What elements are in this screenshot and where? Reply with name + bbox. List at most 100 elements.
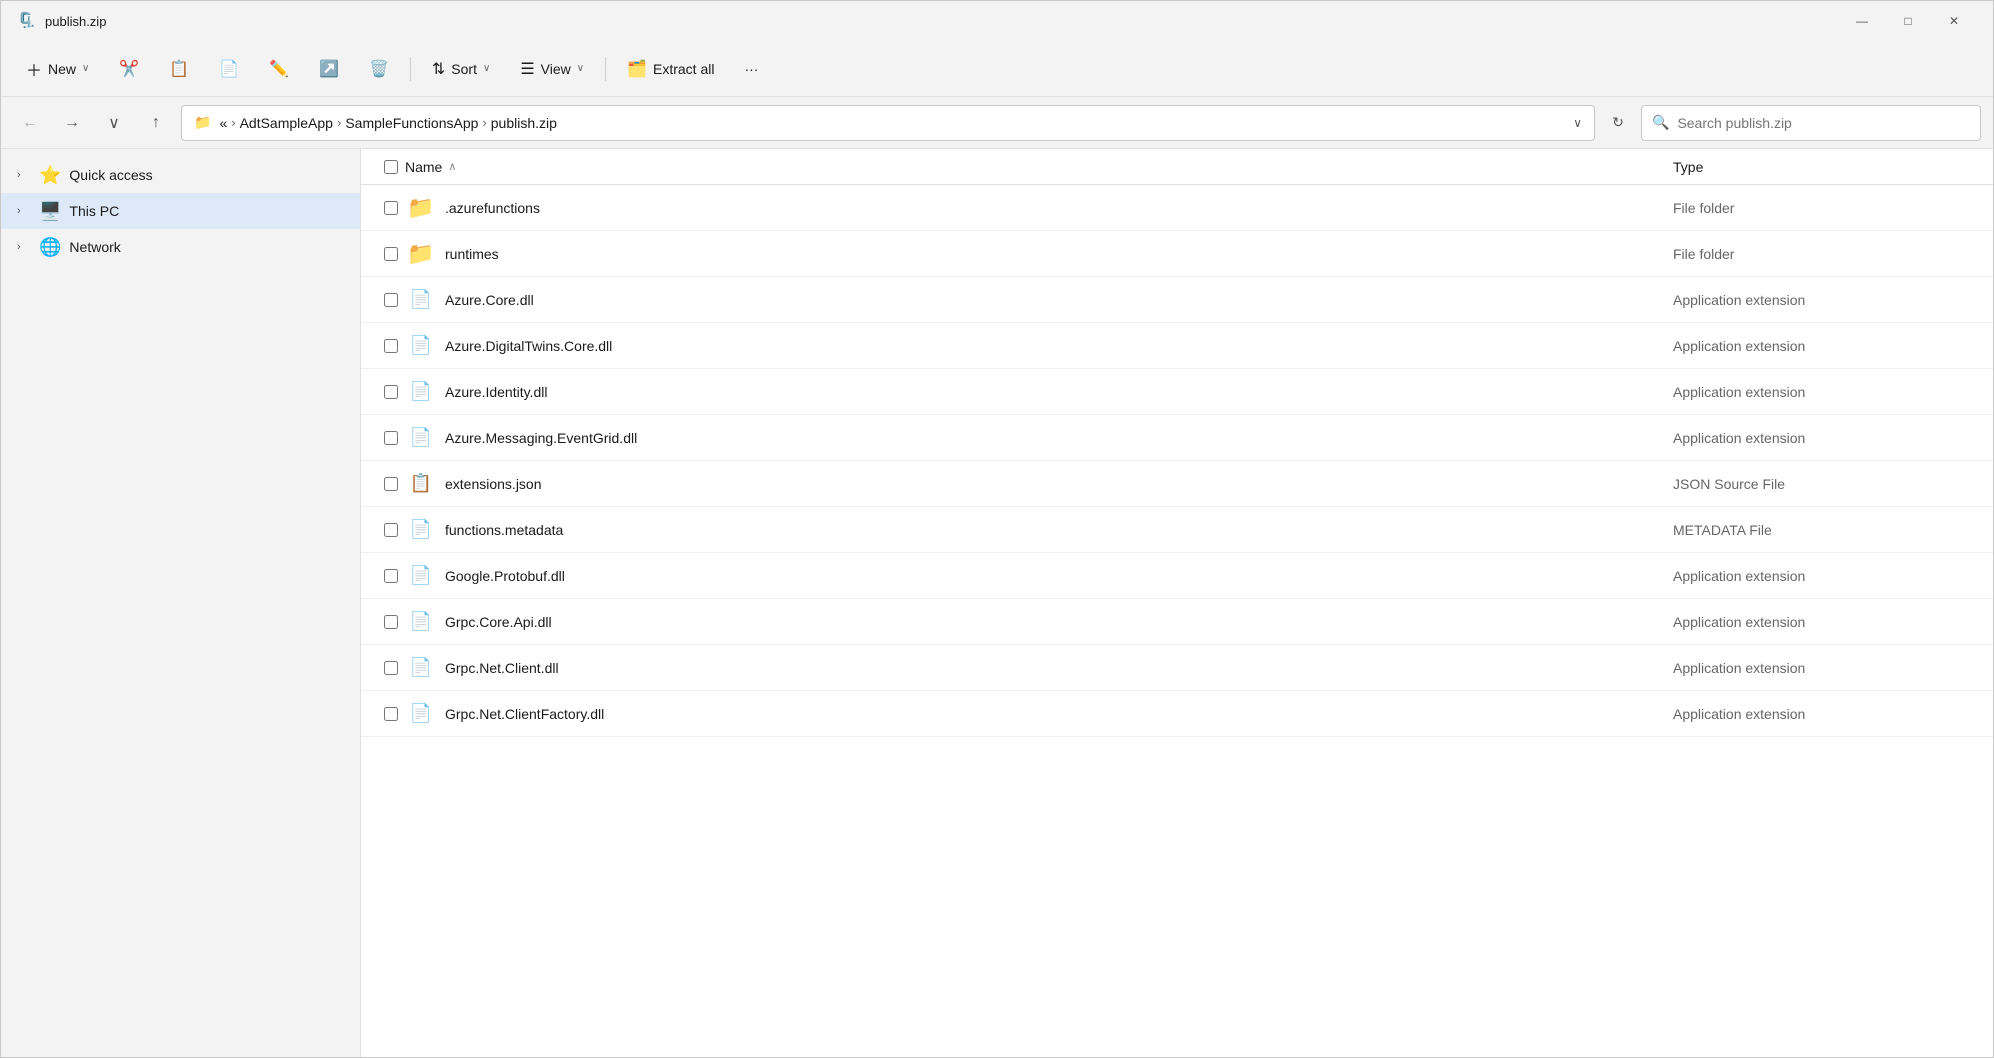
more-icon: ···: [744, 61, 758, 77]
row-checkbox-10: [377, 661, 405, 675]
extract-all-button[interactable]: 🗂️ Extract all: [614, 51, 727, 87]
file-name-0: .azurefunctions: [445, 200, 1673, 216]
table-row[interactable]: 📁 runtimes File folder: [361, 231, 1993, 277]
view-button[interactable]: ☰ View ∨: [507, 51, 597, 87]
more-button[interactable]: ···: [731, 51, 771, 87]
table-row[interactable]: 📄 Azure.DigitalTwins.Core.dll Applicatio…: [361, 323, 1993, 369]
row-checkbox-1: [377, 247, 405, 261]
main-content: › ⭐ Quick access › 🖥️ This PC › 🌐 Networ…: [1, 149, 1993, 1057]
file-type-8: Application extension: [1673, 568, 1993, 584]
new-chevron: ∨: [82, 63, 89, 74]
toolbar: ＋ New ∨ ✂️ 📋 📄 ✏️ ↗️ 🗑️ ⇅ Sort ∨ ☰: [1, 41, 1993, 97]
sort-label: Sort: [451, 61, 477, 77]
toolbar-sep-2: [605, 57, 606, 81]
table-row[interactable]: 📄 Grpc.Net.ClientFactory.dll Application…: [361, 691, 1993, 737]
file-checkbox-8[interactable]: [384, 569, 398, 583]
row-checkbox-6: [377, 477, 405, 491]
select-all-checkbox[interactable]: [384, 160, 398, 174]
address-bar-row: ← → ∨ ↑ 📁 « › AdtSampleApp › SampleFunct…: [1, 97, 1993, 149]
title-bar-controls: — □ ✕: [1839, 6, 1977, 36]
row-checkbox-7: [377, 523, 405, 537]
paste-button[interactable]: 📄: [206, 51, 252, 87]
refresh-button[interactable]: ↻: [1603, 108, 1633, 138]
name-column-header[interactable]: Name ∧: [405, 159, 1673, 175]
file-icon-5: 📄: [405, 427, 437, 448]
header-checkbox-col: [377, 160, 405, 174]
file-checkbox-9[interactable]: [384, 615, 398, 629]
paste-icon: 📄: [219, 59, 239, 79]
maximize-button[interactable]: □: [1885, 6, 1931, 36]
delete-button[interactable]: 🗑️: [356, 51, 402, 87]
file-checkbox-0[interactable]: [384, 201, 398, 215]
address-chevron-icon[interactable]: ∨: [1573, 116, 1582, 130]
file-checkbox-5[interactable]: [384, 431, 398, 445]
quick-access-expand-icon: ›: [17, 169, 31, 181]
sidebar-item-network[interactable]: › 🌐 Network: [1, 229, 360, 265]
dll-file-icon: 📄: [410, 335, 432, 356]
row-checkbox-3: [377, 339, 405, 353]
forward-button[interactable]: →: [55, 106, 89, 140]
row-checkbox-4: [377, 385, 405, 399]
minimize-button[interactable]: —: [1839, 6, 1885, 36]
back-button[interactable]: ←: [13, 106, 47, 140]
file-type-11: Application extension: [1673, 706, 1993, 722]
recent-button[interactable]: ∨: [97, 106, 131, 140]
file-area: Name ∧ Type 📁 .azurefunctions File folde…: [361, 149, 1993, 1057]
file-checkbox-2[interactable]: [384, 293, 398, 307]
file-type-4: Application extension: [1673, 384, 1993, 400]
table-row[interactable]: 📄 Grpc.Core.Api.dll Application extensio…: [361, 599, 1993, 645]
window: 🗜️ publish.zip — □ ✕ ＋ New ∨ ✂️ 📋 📄 ✏️ ↗…: [0, 0, 1994, 1058]
sidebar-item-this-pc[interactable]: › 🖥️ This PC: [1, 193, 360, 229]
file-checkbox-3[interactable]: [384, 339, 398, 353]
metadata-file-icon: 📄: [410, 519, 432, 540]
rename-icon: ✏️: [269, 59, 289, 79]
file-name-3: Azure.DigitalTwins.Core.dll: [445, 338, 1673, 354]
cut-button[interactable]: ✂️: [106, 51, 152, 87]
rename-button[interactable]: ✏️: [256, 51, 302, 87]
table-row[interactable]: 📄 Azure.Messaging.EventGrid.dll Applicat…: [361, 415, 1993, 461]
type-column-header[interactable]: Type: [1673, 159, 1993, 175]
new-button[interactable]: ＋ New ∨: [13, 51, 102, 87]
cut-icon: ✂️: [119, 59, 139, 79]
file-checkbox-11[interactable]: [384, 707, 398, 721]
search-input[interactable]: [1677, 115, 1970, 131]
address-bar[interactable]: 📁 « › AdtSampleApp › SampleFunctionsApp …: [181, 105, 1595, 141]
toolbar-sep-1: [410, 57, 411, 81]
file-type-5: Application extension: [1673, 430, 1993, 446]
new-label: New: [48, 61, 76, 77]
table-row[interactable]: 📄 Google.Protobuf.dll Application extens…: [361, 553, 1993, 599]
type-header-label: Type: [1673, 159, 1703, 175]
file-icon-3: 📄: [405, 335, 437, 356]
up-button[interactable]: ↑: [139, 106, 173, 140]
extract-label: Extract all: [653, 61, 714, 77]
file-checkbox-4[interactable]: [384, 385, 398, 399]
row-checkbox-5: [377, 431, 405, 445]
file-name-5: Azure.Messaging.EventGrid.dll: [445, 430, 1673, 446]
file-name-1: runtimes: [445, 246, 1673, 262]
sort-button[interactable]: ⇅ Sort ∨: [419, 51, 503, 87]
table-row[interactable]: 📄 functions.metadata METADATA File: [361, 507, 1993, 553]
close-button[interactable]: ✕: [1931, 6, 1977, 36]
row-checkbox-11: [377, 707, 405, 721]
search-bar[interactable]: 🔍: [1641, 105, 1981, 141]
table-row[interactable]: 📄 Azure.Identity.dll Application extensi…: [361, 369, 1993, 415]
copy-button[interactable]: 📋: [156, 51, 202, 87]
window-title: publish.zip: [45, 14, 106, 29]
share-icon: ↗️: [319, 59, 339, 79]
file-checkbox-6[interactable]: [384, 477, 398, 491]
table-row[interactable]: 📁 .azurefunctions File folder: [361, 185, 1993, 231]
file-checkbox-10[interactable]: [384, 661, 398, 675]
sort-arrow-icon: ∧: [448, 160, 456, 173]
file-checkbox-7[interactable]: [384, 523, 398, 537]
quick-access-label: Quick access: [69, 167, 152, 183]
table-row[interactable]: 📋 extensions.json JSON Source File: [361, 461, 1993, 507]
share-button[interactable]: ↗️: [306, 51, 352, 87]
new-icon: ＋: [26, 57, 42, 81]
file-checkbox-1[interactable]: [384, 247, 398, 261]
table-row[interactable]: 📄 Grpc.Net.Client.dll Application extens…: [361, 645, 1993, 691]
file-type-7: METADATA File: [1673, 522, 1993, 538]
address-breadcrumb: « › AdtSampleApp › SampleFunctionsApp › …: [219, 115, 556, 131]
file-list: 📁 .azurefunctions File folder 📁 runtimes…: [361, 185, 1993, 1057]
sidebar-item-quick-access[interactable]: › ⭐ Quick access: [1, 157, 360, 193]
table-row[interactable]: 📄 Azure.Core.dll Application extension: [361, 277, 1993, 323]
